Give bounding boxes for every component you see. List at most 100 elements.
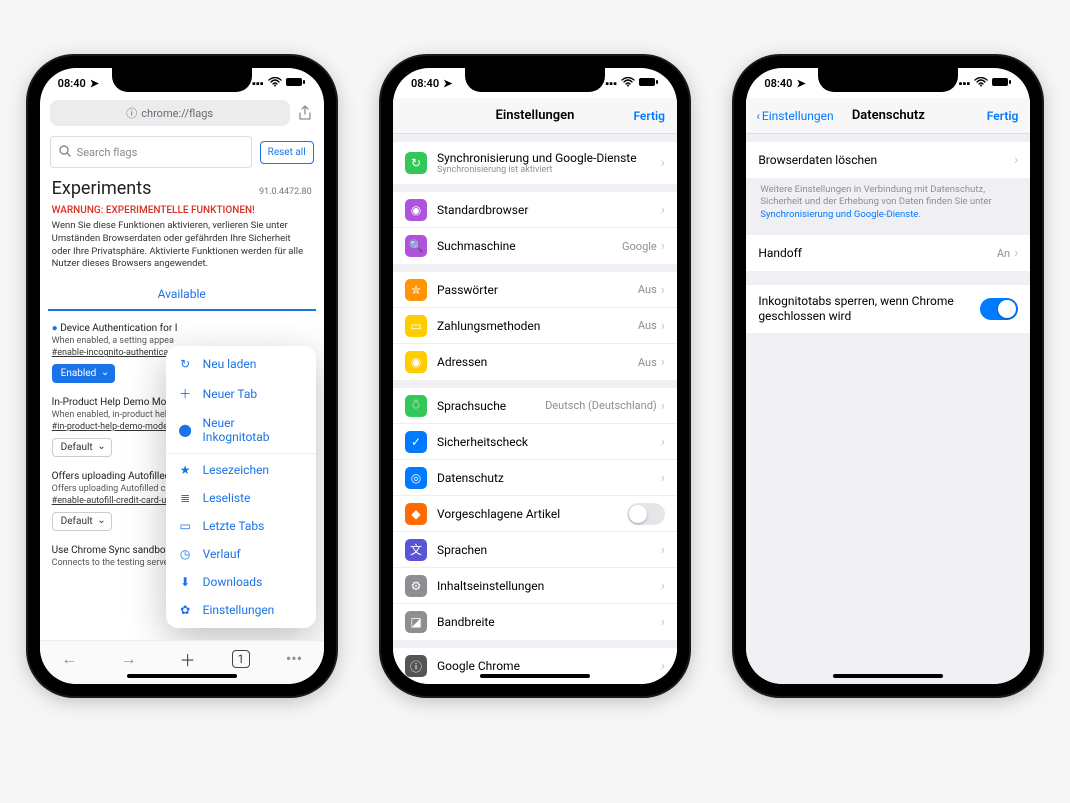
phone-3: 08:40 ➤ ▪▪▪ ‹ Einstellungen Datenschutz …: [734, 56, 1042, 696]
status-time: 08:40: [58, 77, 86, 90]
plus-icon: ＋: [178, 385, 193, 402]
history-icon: ◷: [178, 547, 193, 561]
menu-item[interactable]: ◷Verlauf: [166, 540, 316, 568]
menu-item[interactable]: ✿Einstellungen: [166, 596, 316, 624]
download-icon: ⬇: [178, 575, 193, 589]
settings-row[interactable]: ✮PasswörterAus›: [393, 272, 677, 308]
battery-icon: [286, 77, 306, 90]
chevron-right-icon: ›: [661, 470, 665, 486]
chevron-right-icon: ›: [661, 542, 665, 558]
menu-item[interactable]: ≣Leseliste: [166, 484, 316, 512]
row-app-icon: ◆: [405, 503, 427, 525]
incognito-icon: ⬤: [178, 423, 193, 437]
row-app-icon: 文: [405, 539, 427, 561]
wifi-icon: [621, 77, 635, 90]
chevron-right-icon: ›: [661, 614, 665, 630]
chevron-right-icon: ›: [661, 318, 665, 334]
settings-row[interactable]: 文 Sprachen›: [393, 532, 677, 568]
settings-row[interactable]: ↻Synchronisierung und Google-DiensteSync…: [393, 142, 677, 184]
nav-title: Datenschutz: [852, 108, 925, 123]
wifi-icon: [974, 77, 988, 90]
handoff-row[interactable]: Handoff An ›: [746, 235, 1030, 271]
more-icon[interactable]: •••: [279, 644, 309, 674]
settings-row[interactable]: ◆ Vorgeschlagene Artikel: [393, 496, 677, 532]
address-bar[interactable]: ⓘ chrome://flags: [50, 100, 290, 126]
lock-incognito-row[interactable]: Inkognitotabs sperren, wenn Chrome gesch…: [746, 285, 1030, 333]
home-indicator: [127, 674, 237, 678]
reload-icon: ↻: [178, 357, 193, 371]
row-app-icon: ✓: [405, 431, 427, 453]
menu-item[interactable]: ＋Neuer Tab: [166, 378, 316, 409]
settings-scroll[interactable]: ↻Synchronisierung und Google-DiensteSync…: [393, 134, 677, 684]
row-label: Sprachen: [437, 543, 661, 557]
chevron-right-icon: ›: [1014, 152, 1018, 168]
settings-row[interactable]: ⚙Inhaltseinstellungen›: [393, 568, 677, 604]
row-label: Suchmaschine: [437, 239, 622, 253]
tab-available[interactable]: Available: [48, 279, 316, 311]
back-button[interactable]: ‹ Einstellungen: [756, 109, 833, 123]
row-app-icon: ⓘ: [405, 655, 427, 677]
sync-link[interactable]: Synchronisierung und Google-Dienste: [760, 209, 918, 220]
flag-select[interactable]: Default: [52, 438, 112, 457]
row-app-icon: ⍥: [405, 395, 427, 417]
settings-row[interactable]: ◎Datenschutz›: [393, 460, 677, 496]
menu-item[interactable]: ★Lesezeichen: [166, 456, 316, 484]
battery-icon: [639, 77, 659, 90]
done-button[interactable]: Fertig: [987, 109, 1019, 123]
info-icon: ⓘ: [126, 105, 137, 121]
phone-1: 08:40 ➤ ▪▪▪ ⓘ chrome://flags: [28, 56, 336, 696]
settings-group: ◉Standardbrowser›🔍SuchmaschineGoogle›: [393, 192, 677, 264]
row-label: Inhaltseinstellungen: [437, 579, 661, 593]
menu-label: Einstellungen: [203, 603, 275, 617]
new-tab-icon[interactable]: ＋: [173, 644, 203, 674]
recent-tabs-icon: ▭: [178, 519, 193, 533]
row-app-icon: ◎: [405, 467, 427, 489]
chevron-right-icon: ›: [661, 282, 665, 298]
settings-row[interactable]: ▭ZahlungsmethodenAus›: [393, 308, 677, 344]
row-label: Adressen: [437, 355, 638, 369]
settings-row[interactable]: 🔍SuchmaschineGoogle›: [393, 228, 677, 264]
row-label: Vorgeschlagene Artikel: [437, 507, 627, 521]
settings-navbar: Einstellungen Fertig: [393, 98, 677, 134]
settings-row[interactable]: ◪Bandbreite›: [393, 604, 677, 640]
tabs-icon[interactable]: 1: [232, 650, 250, 668]
settings-row[interactable]: ⍥SprachsucheDeutsch (Deutschland)›: [393, 388, 677, 424]
settings-group: ⓘGoogle Chrome›: [393, 648, 677, 684]
row-value: Aus: [638, 319, 657, 332]
menu-label: Neu laden: [203, 357, 257, 371]
notch: [465, 68, 605, 92]
flag-select[interactable]: Enabled: [52, 364, 116, 383]
done-button[interactable]: Fertig: [633, 109, 665, 123]
row-toggle[interactable]: [627, 503, 665, 525]
row-label: Zahlungsmethoden: [437, 319, 638, 333]
menu-item[interactable]: ↻ Neu laden: [166, 350, 316, 378]
search-input[interactable]: Search flags: [50, 136, 252, 168]
flag-title: Device Authentication for I: [52, 323, 312, 334]
forward-icon[interactable]: →: [113, 644, 143, 674]
row-label: Passwörter: [437, 283, 638, 297]
phone-2: 08:40 ➤ ▪▪▪ Einstellungen Fertig ↻Synchr…: [381, 56, 689, 696]
settings-row[interactable]: ◉Standardbrowser›: [393, 192, 677, 228]
location-icon: ➤: [443, 77, 452, 90]
menu-item[interactable]: ▭Letzte Tabs: [166, 512, 316, 540]
search-icon: [59, 145, 71, 160]
home-indicator: [480, 674, 590, 678]
menu-item[interactable]: ⬇Downloads: [166, 568, 316, 596]
experiments-title: Experiments: [52, 178, 152, 199]
settings-group: ↻Synchronisierung und Google-DiensteSync…: [393, 142, 677, 184]
back-icon[interactable]: ←: [54, 644, 84, 674]
clear-browsing-data-row[interactable]: Browserdaten löschen ›: [746, 142, 1030, 178]
menu-label: Lesezeichen: [203, 463, 269, 477]
lock-incognito-toggle[interactable]: [980, 298, 1018, 320]
menu-item[interactable]: ⬤Neuer Inkognitotab: [166, 409, 316, 451]
status-time: 08:40: [411, 77, 439, 90]
settings-row[interactable]: ⓘGoogle Chrome›: [393, 648, 677, 684]
reset-all-button[interactable]: Reset all: [260, 141, 314, 164]
row-sublabel: Synchronisierung ist aktiviert: [437, 165, 661, 175]
settings-row[interactable]: ✓Sicherheitscheck›: [393, 424, 677, 460]
settings-row[interactable]: ◉AdressenAus›: [393, 344, 677, 380]
notch: [818, 68, 958, 92]
flag-select[interactable]: Default: [52, 512, 112, 531]
row-value: Aus: [638, 356, 657, 369]
share-icon[interactable]: [296, 105, 314, 121]
